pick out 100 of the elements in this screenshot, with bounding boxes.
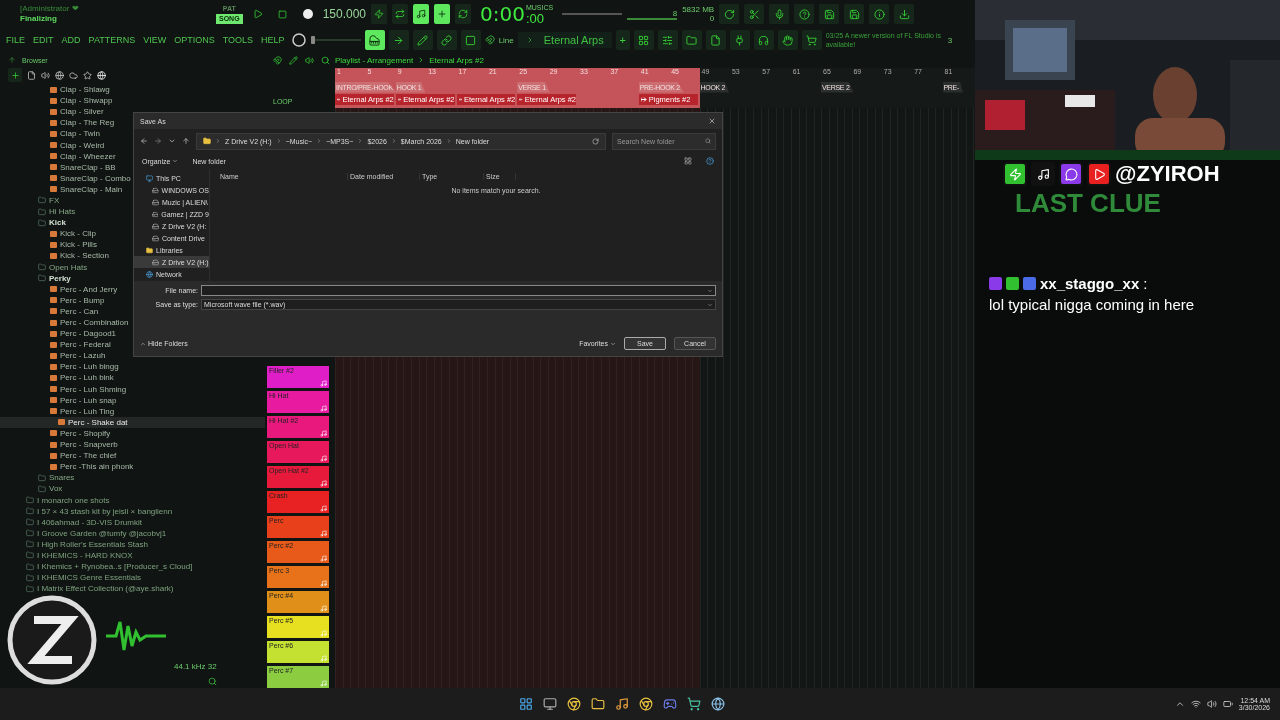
help-button[interactable] — [794, 4, 815, 24]
pattern-selector[interactable]: Eternal Arps — [517, 32, 612, 48]
sample-item[interactable]: Perc - Snapverb — [0, 439, 265, 451]
folder-item[interactable]: I KHEMICS - HARD KNOX — [0, 549, 265, 562]
folder-item[interactable]: I monarch one shots — [0, 494, 265, 506]
link-button[interactable] — [436, 30, 457, 50]
stop-icon — [278, 9, 288, 19]
note-icon — [320, 430, 327, 437]
add-pattern-button[interactable]: + — [615, 30, 630, 50]
sample-item[interactable]: Perc - The chief — [0, 450, 265, 462]
overdub-button[interactable] — [434, 4, 450, 24]
sample-item[interactable]: Perc - Luh snap — [0, 394, 265, 406]
folder-item[interactable]: I KHEMICS Genre Essentials — [0, 572, 265, 584]
save-button[interactable] — [819, 4, 840, 24]
folder-icon — [26, 551, 34, 560]
pencil-button[interactable] — [412, 30, 433, 50]
menu-item[interactable]: PATTERNS — [86, 35, 138, 45]
browser-icon — [639, 697, 654, 711]
plugin-button[interactable] — [729, 30, 750, 50]
menu-item[interactable]: OPTIONS — [172, 35, 217, 45]
file-button[interactable] — [705, 30, 726, 50]
magnet-button[interactable] — [271, 54, 283, 66]
view-icon[interactable] — [684, 157, 692, 165]
zoom-button[interactable] — [319, 54, 331, 66]
help-icon[interactable] — [706, 157, 714, 165]
cart-button[interactable] — [801, 30, 822, 50]
wait-button[interactable] — [392, 4, 408, 24]
folder-item[interactable]: I 57 × 43 stash kit by jeisli × banglienn — [0, 505, 265, 517]
sample-item[interactable]: Perc - Shake dat — [0, 416, 265, 428]
mixer-button[interactable] — [657, 30, 678, 50]
snap-label: Line — [498, 35, 514, 45]
wifi-icon[interactable] — [1190, 699, 1201, 709]
folder-item[interactable]: I Khemics + Rynobea..s [Producer_s Cloud] — [0, 561, 265, 573]
cloud-icon[interactable] — [69, 70, 78, 80]
sample-item[interactable]: Perc - Lazuh — [0, 350, 265, 362]
stamp-button[interactable] — [460, 30, 481, 50]
sample-item[interactable]: Perc - Shopify — [0, 427, 265, 439]
close-icon[interactable] — [708, 117, 716, 125]
sample-item[interactable]: Perc - Dagood1 — [0, 328, 265, 340]
refresh-button[interactable] — [719, 4, 740, 24]
arrow-button[interactable] — [388, 30, 409, 50]
headphones-button[interactable] — [753, 30, 774, 50]
cut-button[interactable] — [744, 4, 765, 24]
folder-item[interactable]: Vox — [0, 483, 265, 495]
master-volume-slider[interactable] — [562, 10, 623, 18]
playlist-button[interactable] — [633, 30, 654, 50]
piano-button[interactable] — [364, 30, 385, 50]
folder-item[interactable]: I Groove Garden @tumfy @jacobvj1 — [0, 527, 265, 539]
sample-item[interactable]: Perc - Luh bink — [0, 372, 265, 384]
browser-button[interactable] — [681, 30, 702, 50]
battery-icon[interactable] — [1222, 699, 1233, 709]
start-icon — [519, 697, 534, 711]
folder-item[interactable]: I High Roller's Essentials Stash — [0, 538, 265, 550]
sample-item[interactable]: Perc - Luh bingg — [0, 361, 265, 373]
refresh-icon[interactable] — [592, 137, 599, 145]
microphone-button[interactable] — [769, 4, 790, 24]
menu-item[interactable]: FILE — [4, 35, 27, 45]
menu-item[interactable]: HELP — [259, 35, 287, 45]
forward-icon[interactable] — [154, 137, 162, 145]
slider-thumb[interactable] — [310, 36, 315, 44]
file-name-field[interactable] — [201, 285, 716, 296]
search-icon[interactable] — [207, 677, 217, 687]
draw-button[interactable] — [287, 54, 299, 66]
menu-item[interactable]: EDIT — [31, 35, 56, 45]
folder-item[interactable]: I Matrix Effect Collection (@aye.shark) — [0, 583, 265, 595]
sample-item[interactable]: Perc -This ain phonk — [0, 461, 265, 473]
info-button[interactable] — [869, 4, 890, 24]
countdown-button[interactable] — [413, 4, 429, 24]
file-icon[interactable] — [27, 70, 36, 80]
task-view-icon — [543, 697, 558, 711]
folder-item[interactable]: Snares — [0, 472, 265, 484]
drive-icon — [152, 222, 159, 230]
up-icon[interactable] — [182, 137, 190, 145]
sample-item[interactable]: Clap - Shwapp — [0, 95, 265, 107]
sample-item[interactable]: Perc - Luh Shming — [0, 383, 265, 395]
star-icon[interactable] — [83, 70, 92, 80]
dial-icon[interactable] — [290, 32, 307, 48]
sample-item[interactable]: Perc - Combination — [0, 316, 265, 329]
globe-icon[interactable] — [55, 70, 64, 80]
monitor-icon — [146, 174, 153, 182]
folder-item[interactable]: I 406ahmad - 3D-VIS Drumkit — [0, 516, 265, 528]
hand-button[interactable] — [777, 30, 798, 50]
recent-icon[interactable] — [168, 137, 176, 145]
sample-item[interactable]: Clap - Silver — [0, 106, 265, 118]
tray-overflow-icon[interactable] — [1174, 699, 1185, 709]
menu-item[interactable]: VIEW — [141, 35, 169, 45]
save-new-button[interactable] — [844, 4, 865, 24]
drive-icon — [152, 210, 159, 218]
note-icon — [320, 580, 327, 587]
sample-item[interactable]: Perc - Luh Ting — [0, 405, 265, 417]
speaker-icon[interactable] — [41, 70, 50, 80]
pitch-slider[interactable] — [310, 36, 361, 44]
back-icon[interactable] — [140, 137, 148, 145]
sample-item[interactable]: Clap - Shlawg — [0, 84, 265, 96]
volume-icon[interactable] — [1206, 699, 1217, 709]
loop-record-button[interactable] — [455, 4, 471, 24]
download-button[interactable] — [894, 4, 915, 24]
menu-item[interactable]: ADD — [59, 35, 83, 45]
menu-item[interactable]: TOOLS — [220, 35, 256, 45]
metronome-button[interactable] — [371, 4, 387, 24]
